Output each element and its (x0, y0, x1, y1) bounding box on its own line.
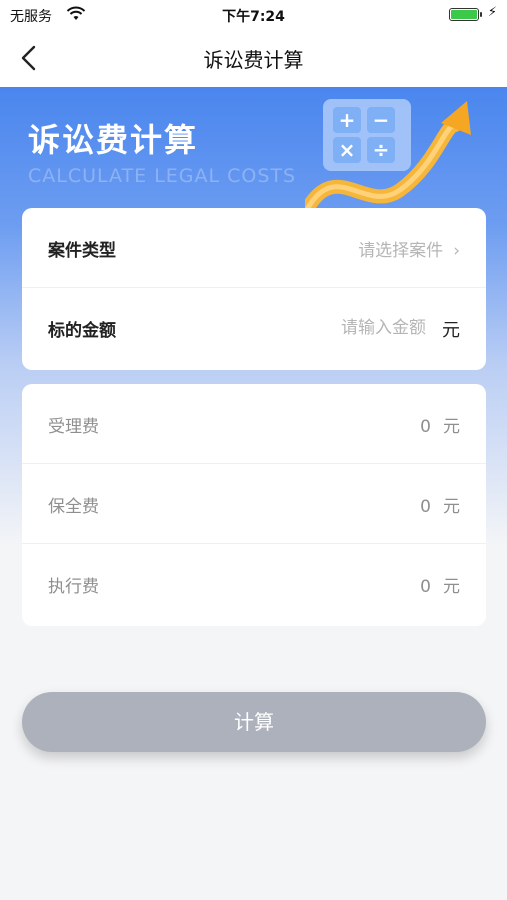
execution-fee-unit: 元 (443, 577, 460, 597)
page-title: 诉讼费计算 (203, 48, 304, 72)
case-type-value: 请选择案件 › (358, 236, 460, 261)
battery-icon (449, 8, 482, 21)
banner-subtitle: CALCULATE LEGAL COSTS (28, 165, 297, 187)
preservation-fee-unit: 元 (443, 497, 460, 517)
amount-label: 标的金额 (48, 321, 116, 341)
acceptance-fee-amount: 0 (420, 417, 431, 437)
calc-symbol-plus: + (339, 108, 356, 132)
execution-fee-label: 执行费 (48, 577, 99, 597)
banner-title: 诉讼费计算 (28, 121, 199, 159)
calculator-arrow-illustration: + − × ÷ (305, 99, 471, 215)
execution-fee-amount: 0 (420, 577, 431, 597)
navigation-bar: 诉讼费计算 (0, 30, 507, 87)
case-type-selector[interactable]: 案件类型 请选择案件 › (22, 208, 486, 288)
acceptance-fee-value: 0元 (420, 412, 460, 437)
acceptance-fee-label: 受理费 (48, 417, 99, 437)
status-bar: 无服务 下午7:24 ⚡ (0, 0, 507, 30)
result-row-preservation-fee: 保全费 0元 (22, 464, 486, 544)
clock: 下午7:24 (222, 9, 285, 25)
charging-icon: ⚡ (487, 5, 497, 20)
chevron-right-icon: › (453, 241, 460, 261)
calc-symbol-minus: − (373, 108, 390, 132)
calc-symbol-times: × (339, 138, 356, 162)
amount-input[interactable] (264, 312, 428, 344)
amount-unit: 元 (442, 320, 460, 341)
amount-row: 标的金额 元 (22, 288, 486, 368)
case-type-placeholder: 请选择案件 (358, 241, 444, 261)
acceptance-fee-unit: 元 (443, 417, 460, 437)
preservation-fee-amount: 0 (420, 497, 431, 517)
calculate-button[interactable]: 计算 (22, 692, 486, 752)
preservation-fee-label: 保全费 (48, 497, 99, 517)
calc-symbol-divide: ÷ (373, 138, 390, 162)
execution-fee-value: 0元 (420, 572, 460, 597)
result-row-acceptance-fee: 受理费 0元 (22, 384, 486, 464)
result-row-execution-fee: 执行费 0元 (22, 544, 486, 624)
case-type-label: 案件类型 (48, 241, 116, 261)
case-input-card: 案件类型 请选择案件 › 标的金额 元 (22, 208, 486, 370)
preservation-fee-value: 0元 (420, 492, 460, 517)
fee-results-card: 受理费 0元 保全费 0元 执行费 0元 (22, 384, 486, 626)
